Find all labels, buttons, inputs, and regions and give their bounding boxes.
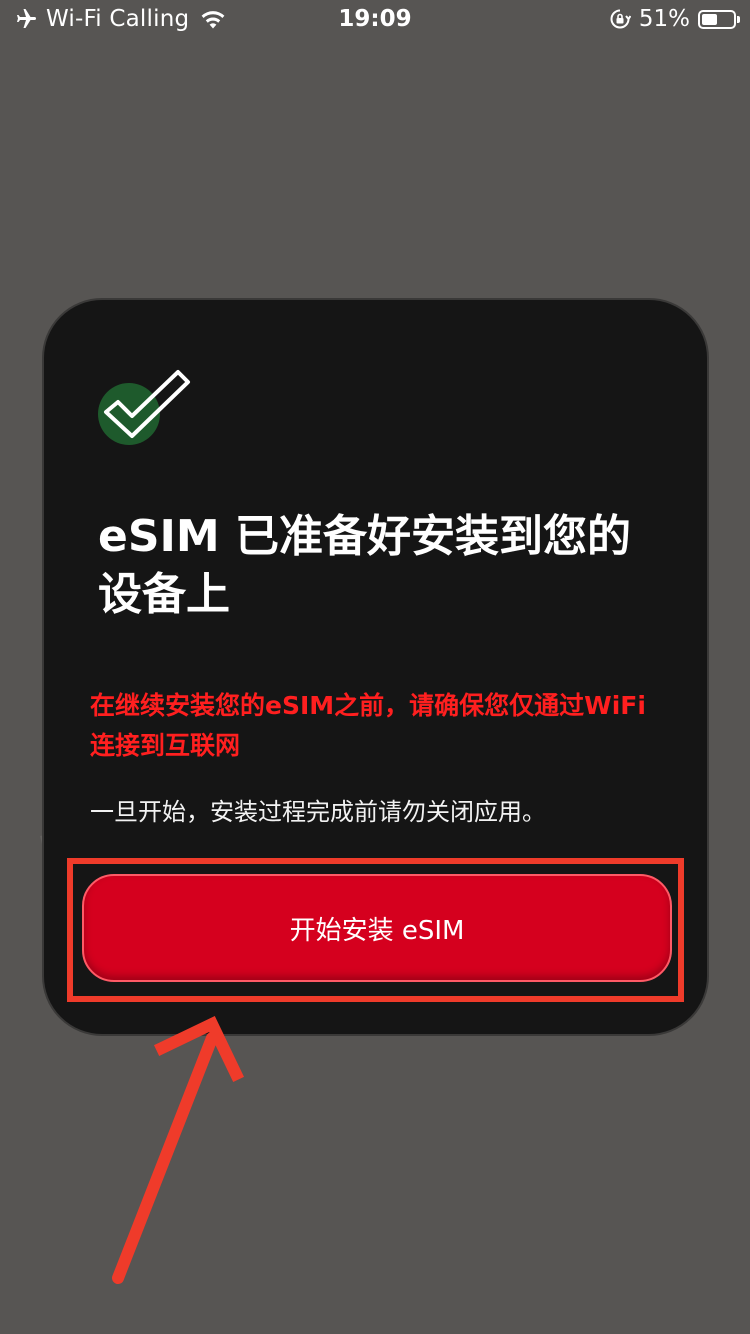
install-info: 一旦开始，安装过程完成前请勿关闭应用。 (90, 798, 546, 826)
annotation-highlight-box (67, 858, 684, 1002)
battery-percent: 51% (638, 6, 690, 32)
battery-tip (737, 15, 740, 23)
checkmark-icon (98, 370, 190, 445)
annotation-arrow-icon (112, 1015, 245, 1284)
battery-fill (702, 13, 717, 25)
battery-icon (698, 9, 740, 29)
status-right: 51% (609, 6, 740, 32)
status-bar: Wi-Fi Calling 19:09 51% (0, 0, 750, 42)
dialog-title: eSIM 已准备好安装到您的设备上 (98, 511, 632, 620)
rotation-lock-icon (610, 9, 631, 29)
wifi-warning: 在继续安装您的eSIM之前，请确保您仅通过WiFi连接到互联网 (90, 691, 646, 760)
